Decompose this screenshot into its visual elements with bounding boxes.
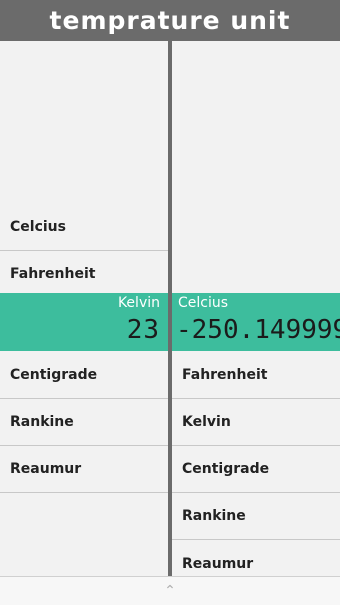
selected-to-panel[interactable]: Celcius -250.149999 <box>172 293 340 351</box>
selected-from-panel[interactable]: Kelvin 23 <box>0 293 168 351</box>
to-unit-item-kelvin[interactable]: Kelvin <box>172 399 340 446</box>
from-unit-item-centigrade[interactable]: Centigrade <box>0 352 168 399</box>
from-unit-item-celcius[interactable]: Celcius <box>0 204 168 251</box>
chevron-up-icon[interactable]: ⌃ <box>164 583 176 599</box>
app-header: temprature unit <box>0 0 340 41</box>
selected-from-unit-label: Kelvin <box>117 295 160 311</box>
to-unit-item-fahrenheit[interactable]: Fahrenheit <box>172 352 340 399</box>
to-unit-item-rankine[interactable]: Rankine <box>172 493 340 540</box>
to-unit-item-centigrade[interactable]: Centigrade <box>172 446 340 493</box>
result-value-display: -250.149999 <box>176 315 340 345</box>
from-unit-item-fahrenheit[interactable]: Fahrenheit <box>0 251 168 298</box>
keypad-toggle-bar[interactable]: ⌃ <box>0 576 340 605</box>
selected-to-unit-label: Celcius <box>178 295 229 311</box>
from-unit-item-rankine[interactable]: Rankine <box>0 399 168 446</box>
from-unit-item-reaumur[interactable]: Reaumur <box>0 446 168 493</box>
input-value-display[interactable]: 23 <box>127 315 160 345</box>
selected-conversion-row: Kelvin 23 Celcius -250.149999 <box>0 293 340 351</box>
app-title: temprature unit <box>49 6 291 35</box>
